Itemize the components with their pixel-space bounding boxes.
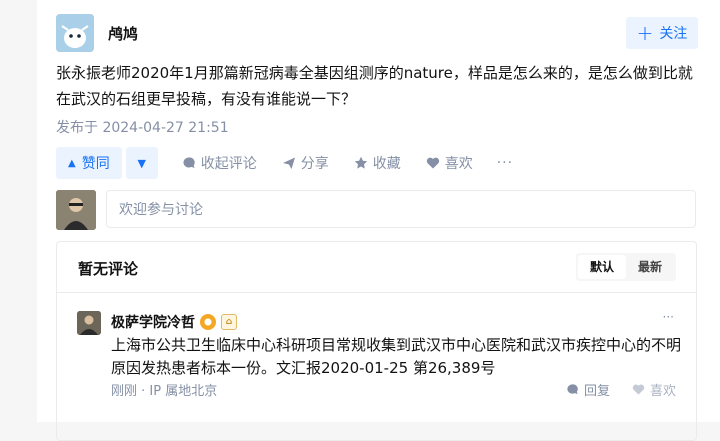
follow-label: 关注 xyxy=(659,26,688,42)
medal-icon xyxy=(200,314,216,330)
question-content: 张永振老师2020年1月那篇新冠病毒全基因组测序的nature，样品是怎么来的，… xyxy=(56,64,693,108)
upvote-label: 赞同 xyxy=(81,156,110,172)
comment-meta: 刚刚 · IP 属地北京 xyxy=(111,380,217,399)
upvote-button[interactable]: ▲ 赞同 xyxy=(56,147,122,179)
more-button[interactable]: ··· xyxy=(497,155,513,171)
comment-location: IP 属地北京 xyxy=(149,384,218,399)
reply-label: 回复 xyxy=(583,384,610,399)
downvote-button[interactable]: ▼ xyxy=(125,147,158,179)
publish-time: 发布于 2024-04-27 21:51 xyxy=(56,120,229,136)
sort-latest-tab[interactable]: 最新 xyxy=(626,255,674,279)
comment-avatar[interactable] xyxy=(77,311,101,335)
heart-icon xyxy=(426,157,439,169)
plus-icon: + xyxy=(636,21,654,45)
comments-title: 暂无评论 xyxy=(78,260,139,278)
comment-like-button[interactable]: 喜欢 xyxy=(632,380,676,399)
comment-author: 极萨学院冷哲 ⌂ xyxy=(111,312,237,332)
share-label: 分享 xyxy=(300,156,329,172)
triangle-up-icon: ▲ xyxy=(68,157,76,169)
comment-text: 上海市公共卫生临床中心科研项目常规收集到武汉市中心医院和武汉市疾控中心的不明原因… xyxy=(111,336,682,377)
star-icon xyxy=(354,156,367,169)
collapse-comments-button[interactable]: 收起评论 xyxy=(182,153,257,173)
comment-more-button[interactable]: ··· xyxy=(663,310,674,324)
triangle-down-icon: ▼ xyxy=(137,156,146,170)
comment-actions: 回复 喜欢 xyxy=(566,380,676,399)
comment-icon xyxy=(183,157,195,168)
action-bar: ▲ 赞同 ▼ 收起评论 分享 收藏 喜欢 ··· xyxy=(56,147,513,179)
collapse-comments-label: 收起评论 xyxy=(200,156,257,172)
my-avatar xyxy=(56,190,96,230)
level-badge-icon: ⌂ xyxy=(221,314,237,330)
heart-icon xyxy=(632,384,645,395)
share-button[interactable]: 分享 xyxy=(282,153,329,173)
reply-icon xyxy=(567,384,578,395)
favorite-button[interactable]: 收藏 xyxy=(354,153,401,173)
comments-panel: 暂无评论 默认 最新 极萨学院冷哲 ⌂ ··· 上海市公共卫生临床中心科研项目常… xyxy=(56,241,697,441)
like-button[interactable]: 喜欢 xyxy=(426,153,473,173)
comment-time: 刚刚 xyxy=(111,384,138,399)
comment-author-name[interactable]: 极萨学院冷哲 xyxy=(111,312,195,332)
author-name[interactable]: 鸬鸠 xyxy=(108,23,138,44)
comment-input[interactable]: 欢迎参与讨论 xyxy=(106,190,696,228)
author-avatar[interactable] xyxy=(56,14,94,52)
like-label: 喜欢 xyxy=(444,156,473,172)
comments-header: 暂无评论 默认 最新 xyxy=(57,242,696,293)
favorite-label: 收藏 xyxy=(372,156,401,172)
follow-button[interactable]: + 关注 xyxy=(626,17,698,49)
sort-default-tab[interactable]: 默认 xyxy=(577,255,626,279)
sort-toggle: 默认 最新 xyxy=(575,253,676,281)
reply-button[interactable]: 回复 xyxy=(566,380,610,399)
share-icon xyxy=(282,157,295,169)
comment-like-label: 喜欢 xyxy=(649,384,676,399)
